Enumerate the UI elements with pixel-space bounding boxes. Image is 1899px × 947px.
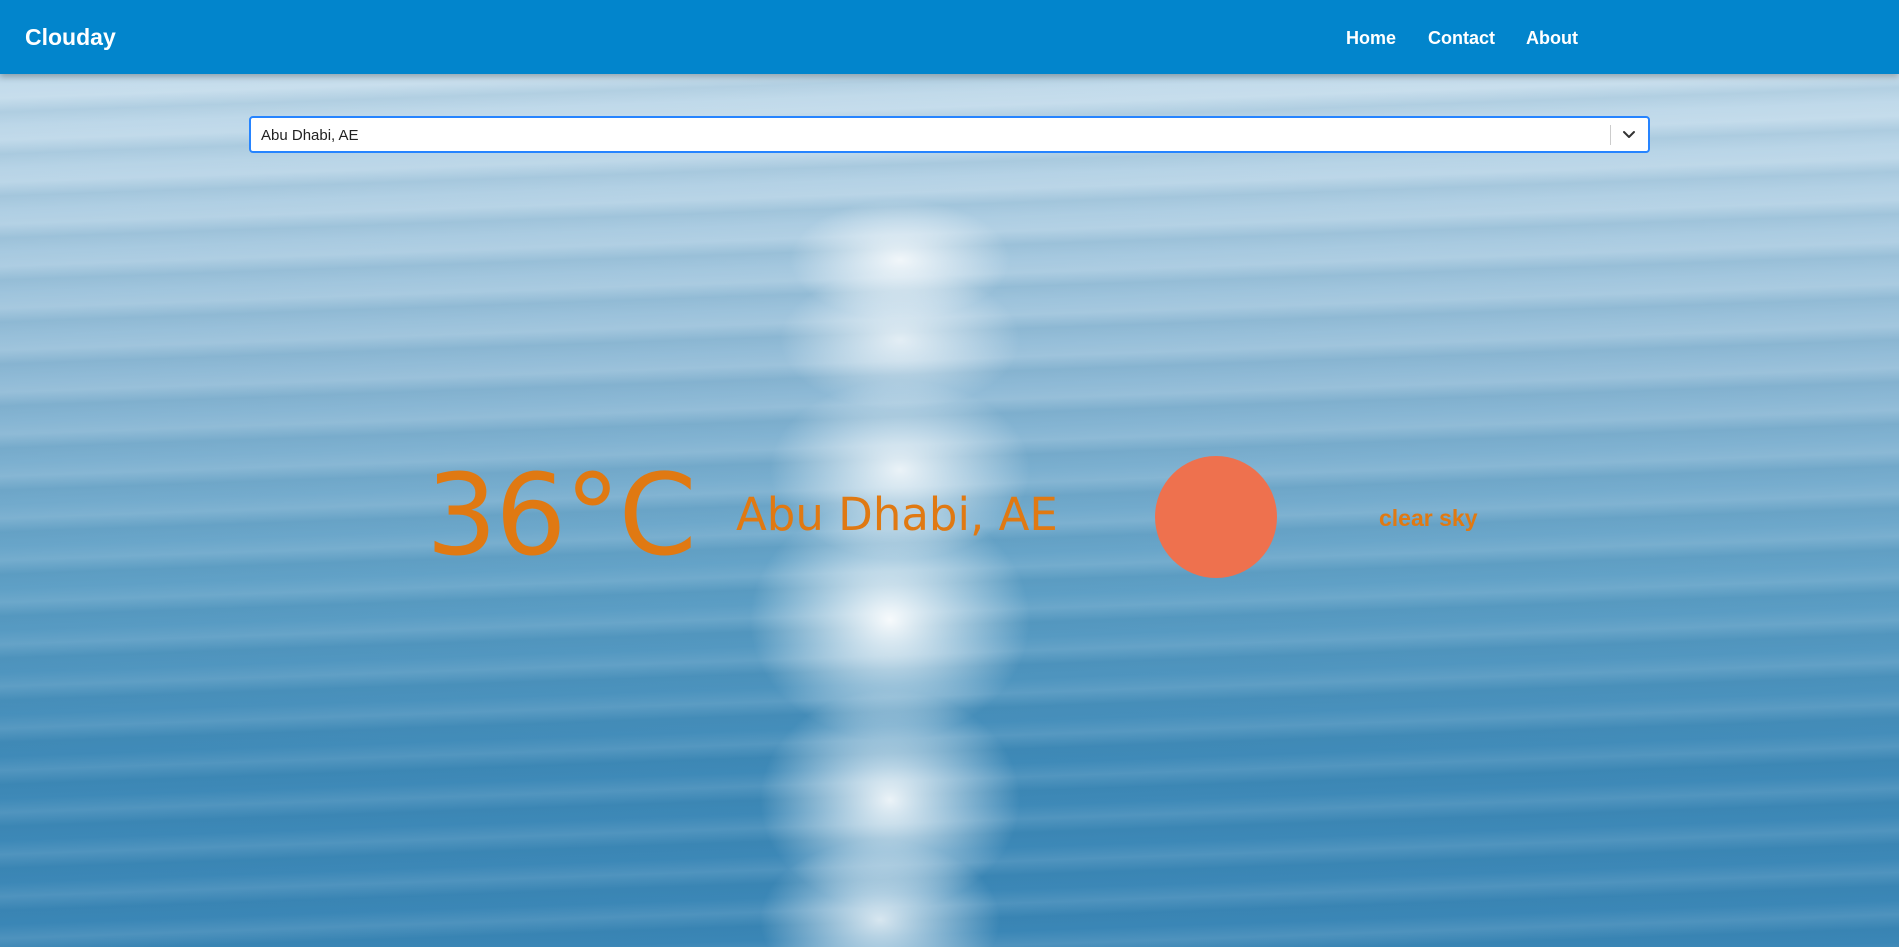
- city-name: Abu Dhabi, AE: [736, 488, 1058, 541]
- brand-logo[interactable]: Clouday: [25, 24, 116, 51]
- temperature-value: 36°C: [426, 451, 697, 581]
- weather-display: 36°C Abu Dhabi, AE clear sky: [0, 0, 1899, 947]
- nav-link-home[interactable]: Home: [1346, 28, 1396, 49]
- nav-link-contact[interactable]: Contact: [1428, 28, 1495, 49]
- weather-description: clear sky: [1379, 505, 1478, 531]
- page: Clouday Home Contact About Abu Dhabi, AE…: [0, 0, 1899, 947]
- sun-icon: [1155, 456, 1277, 578]
- navbar: Clouday Home Contact About: [0, 0, 1899, 74]
- nav-link-about[interactable]: About: [1526, 28, 1578, 49]
